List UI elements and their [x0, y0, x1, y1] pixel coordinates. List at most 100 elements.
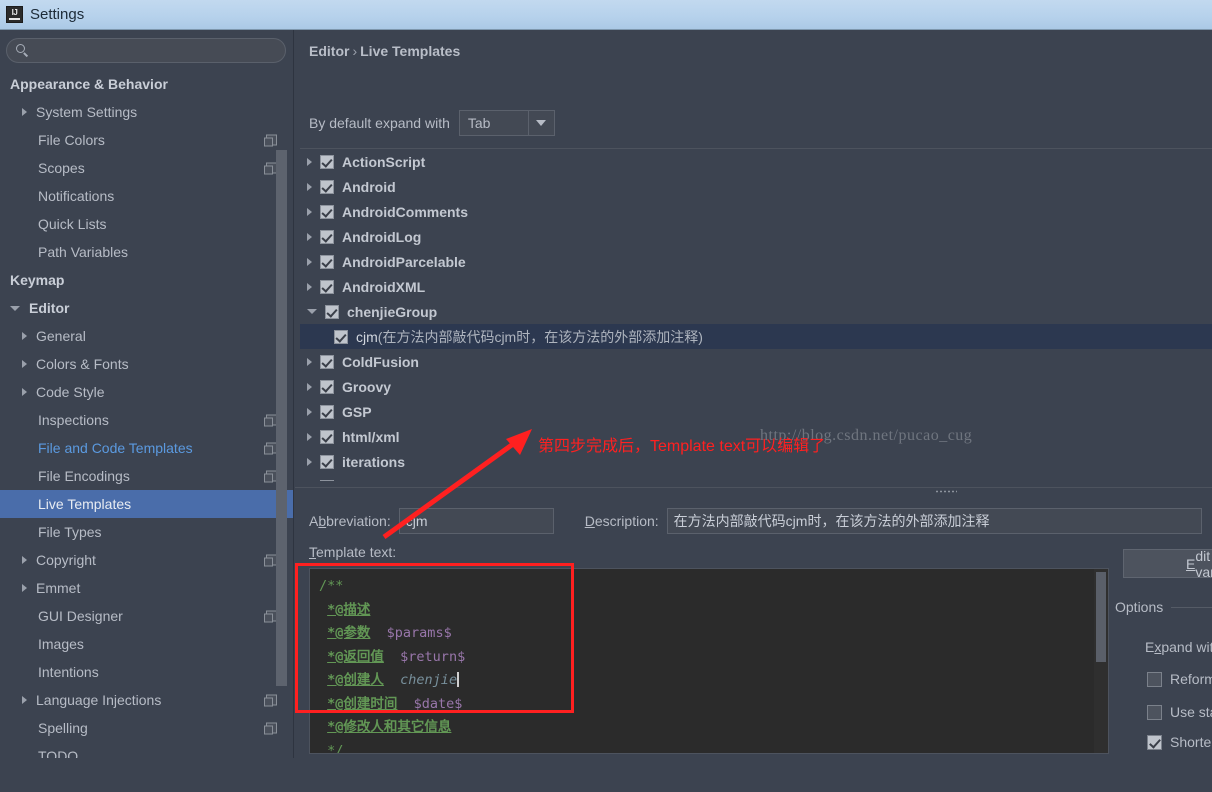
sidebar-item-code-style[interactable]: Code Style [0, 378, 294, 406]
template-code[interactable]: /** *@描述 *@参数 $params$ *@返回值 $return$ *@… [310, 569, 1108, 754]
edit-variables-button[interactable]: Edit variables [1123, 549, 1212, 578]
template-row[interactable]: AndroidLog [300, 224, 1212, 249]
sidebar-item-copyright[interactable]: Copyright [0, 546, 294, 574]
template-row[interactable]: GSP [300, 399, 1212, 424]
sidebar-item-path-variables[interactable]: Path Variables [0, 238, 294, 266]
chevron-right-icon[interactable] [307, 158, 312, 166]
sidebar-item-appearance-behavior[interactable]: Appearance & Behavior [0, 70, 294, 98]
editor-scrollbar-thumb[interactable] [1096, 572, 1106, 662]
breadcrumb-parent[interactable]: Editor [309, 43, 349, 59]
sidebar-scrollbar-thumb[interactable] [276, 150, 287, 686]
sidebar-item-file-encodings[interactable]: File Encodings [0, 462, 294, 490]
template-row[interactable]: JavaScript [300, 474, 1212, 481]
sidebar-item-spelling[interactable]: Spelling [0, 714, 294, 742]
chevron-right-icon[interactable] [22, 360, 27, 368]
splitter-handle-icon[interactable] [935, 490, 957, 493]
sidebar-item-label: Colors & Fonts [36, 356, 129, 372]
sidebar-item-intentions[interactable]: Intentions [0, 658, 294, 686]
panel-splitter[interactable] [295, 487, 1212, 494]
chevron-right-icon[interactable] [22, 556, 27, 564]
template-row[interactable]: Android [300, 174, 1212, 199]
description-label: Description: [585, 513, 659, 529]
chevron-right-icon[interactable] [307, 408, 312, 416]
template-checkbox[interactable] [320, 405, 334, 419]
chevron-right-icon[interactable] [307, 258, 312, 266]
template-checkbox[interactable] [320, 205, 334, 219]
chevron-right-icon[interactable] [22, 332, 27, 340]
template-checkbox[interactable] [320, 155, 334, 169]
template-checkbox[interactable] [320, 455, 334, 469]
sidebar-item-keymap[interactable]: Keymap [0, 266, 294, 294]
template-checkbox[interactable] [320, 480, 334, 482]
code-tag-return: *@返回值 [327, 649, 384, 665]
editor-scrollbar[interactable] [1094, 569, 1108, 753]
search-input[interactable] [29, 43, 285, 58]
sidebar-item-file-types[interactable]: File Types [0, 518, 294, 546]
chevron-right-icon[interactable] [22, 696, 27, 704]
sidebar-item-emmet[interactable]: Emmet [0, 574, 294, 602]
template-checkbox[interactable] [334, 330, 348, 344]
sidebar-item-editor[interactable]: Editor [0, 294, 294, 322]
option-static-import-checkbox[interactable] [1147, 705, 1162, 720]
option-reformat-checkbox[interactable] [1147, 672, 1162, 687]
chevron-right-icon[interactable] [307, 208, 312, 216]
template-name: Android [342, 179, 396, 195]
copy-settings-icon[interactable] [266, 135, 277, 146]
sidebar-item-colors-fonts[interactable]: Colors & Fonts [0, 350, 294, 378]
search-box[interactable] [6, 38, 286, 63]
template-row[interactable]: Groovy [300, 374, 1212, 399]
template-row[interactable]: chenjieGroup [300, 299, 1212, 324]
sidebar-item-scopes[interactable]: Scopes [0, 154, 294, 182]
template-row[interactable]: ActionScript [300, 149, 1212, 174]
sidebar-item-file-colors[interactable]: File Colors [0, 126, 294, 154]
sidebar-item-inspections[interactable]: Inspections [0, 406, 294, 434]
copy-settings-icon[interactable] [266, 695, 277, 706]
sidebar-item-file-and-code-templates[interactable]: File and Code Templates [0, 434, 294, 462]
template-name: AndroidParcelable [342, 254, 466, 270]
chevron-down-icon[interactable] [10, 306, 20, 311]
chevron-right-icon[interactable] [307, 283, 312, 291]
template-checkbox[interactable] [320, 380, 334, 394]
chevron-right-icon[interactable] [307, 233, 312, 241]
sidebar-item-quick-lists[interactable]: Quick Lists [0, 210, 294, 238]
copy-settings-icon[interactable] [266, 723, 277, 734]
chevron-right-icon[interactable] [22, 108, 27, 116]
template-checkbox[interactable] [320, 180, 334, 194]
sidebar-item-system-settings[interactable]: System Settings [0, 98, 294, 126]
chevron-right-icon[interactable] [22, 388, 27, 396]
template-name: cjm [356, 329, 378, 345]
template-checkbox[interactable] [320, 355, 334, 369]
sidebar-item-images[interactable]: Images [0, 630, 294, 658]
sidebar-item-todo[interactable]: TODO [0, 742, 294, 758]
chevron-right-icon[interactable] [307, 383, 312, 391]
template-row[interactable]: AndroidParcelable [300, 249, 1212, 274]
sidebar-item-gui-designer[interactable]: GUI Designer [0, 602, 294, 630]
template-checkbox[interactable] [320, 430, 334, 444]
chevron-down-icon[interactable] [528, 111, 554, 135]
chevron-right-icon[interactable] [307, 458, 312, 466]
template-row[interactable]: cjm (在方法内部敲代码cjm时，在该方法的外部添加注释) [300, 324, 1212, 349]
template-row[interactable]: ColdFusion [300, 349, 1212, 374]
template-checkbox[interactable] [320, 255, 334, 269]
template-text-editor[interactable]: /** *@描述 *@参数 $params$ *@返回值 $return$ *@… [309, 568, 1109, 754]
sidebar-item-notifications[interactable]: Notifications [0, 182, 294, 210]
chevron-right-icon[interactable] [307, 433, 312, 441]
option-shorten-fq-checkbox[interactable] [1147, 735, 1162, 750]
template-row[interactable]: AndroidXML [300, 274, 1212, 299]
sidebar-item-live-templates[interactable]: Live Templates [0, 490, 294, 518]
template-checkbox[interactable] [320, 230, 334, 244]
chevron-right-icon[interactable] [307, 183, 312, 191]
sidebar-item-language-injections[interactable]: Language Injections [0, 686, 294, 714]
template-row[interactable]: AndroidComments [300, 199, 1212, 224]
option-shorten-fq-row[interactable]: Shorten FQ names [1147, 734, 1212, 750]
expand-with-select[interactable]: Tab [459, 110, 555, 136]
template-checkbox[interactable] [325, 305, 339, 319]
chevron-right-icon[interactable] [22, 584, 27, 592]
sidebar-item-general[interactable]: General [0, 322, 294, 350]
chevron-right-icon[interactable] [307, 358, 312, 366]
option-reformat-row[interactable]: Reformat according to style [1147, 671, 1212, 687]
option-static-import-row[interactable]: Use static import if possible [1147, 704, 1212, 720]
abbreviation-input[interactable]: cjm [399, 508, 554, 534]
template-checkbox[interactable] [320, 280, 334, 294]
chevron-down-icon[interactable] [307, 309, 317, 314]
